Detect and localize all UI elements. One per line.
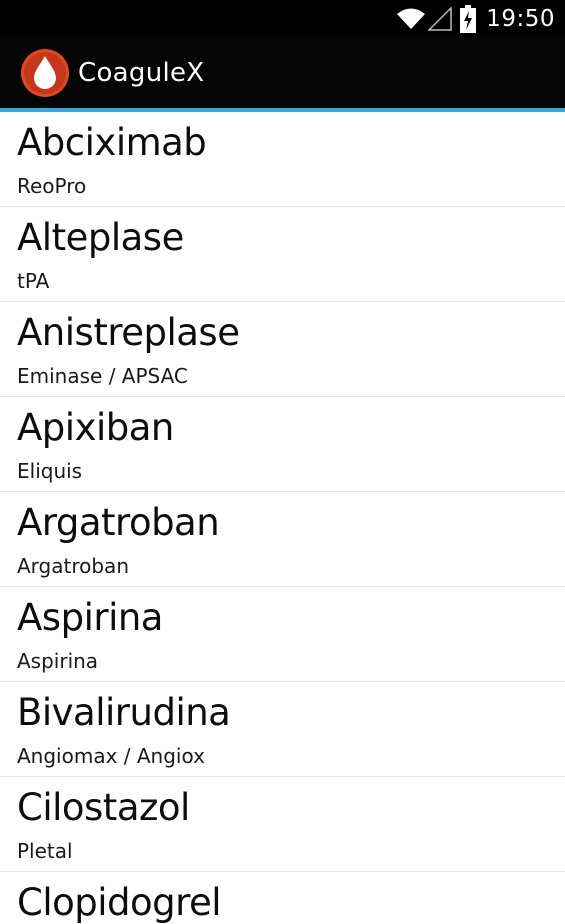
drug-brand: Eminase / APSAC xyxy=(17,364,188,388)
drug-name: Clopidogrel xyxy=(17,881,222,924)
drug-brand: ReoPro xyxy=(17,174,87,198)
list-item[interactable]: Bivalirudina Angiomax / Angiox xyxy=(0,682,565,777)
drug-name: Apixiban xyxy=(17,406,174,449)
list-item[interactable]: Aspirina Aspirina xyxy=(0,587,565,682)
drug-name: Alteplase xyxy=(17,216,184,259)
list-item[interactable]: Abciximab ReoPro xyxy=(0,112,565,207)
drug-name: Bivalirudina xyxy=(17,691,231,734)
drug-name: Cilostazol xyxy=(17,786,190,829)
status-icons: 19:50 xyxy=(396,0,555,37)
action-bar: CoaguleX xyxy=(0,37,565,112)
drug-name: Aspirina xyxy=(17,596,163,639)
drug-name: Argatroban xyxy=(17,501,220,544)
drug-brand: Pletal xyxy=(17,839,73,863)
list-item[interactable]: Apixiban Eliquis xyxy=(0,397,565,492)
list-item[interactable]: Anistreplase Eminase / APSAC xyxy=(0,302,565,397)
list-item[interactable]: Cilostazol Pletal xyxy=(0,777,565,872)
drug-brand: tPA xyxy=(17,269,50,293)
wifi-icon xyxy=(396,8,426,30)
list-item[interactable]: Clopidogrel xyxy=(0,872,565,924)
drug-name: Abciximab xyxy=(17,121,207,164)
drug-name: Anistreplase xyxy=(17,311,240,354)
clock: 19:50 xyxy=(486,5,555,32)
drug-brand: Aspirina xyxy=(17,649,99,673)
drug-list[interactable]: Abciximab ReoPro Alteplase tPA Anistrepl… xyxy=(0,112,565,924)
list-item[interactable]: Alteplase tPA xyxy=(0,207,565,302)
drug-brand: Eliquis xyxy=(17,459,83,483)
app-logo xyxy=(0,48,69,97)
battery-charging-icon xyxy=(460,4,477,33)
signal-icon xyxy=(428,6,452,31)
app-title: CoaguleX xyxy=(78,57,205,88)
drug-brand: Angiomax / Angiox xyxy=(17,744,205,768)
list-item[interactable]: Argatroban Argatroban xyxy=(0,492,565,587)
status-bar: 19:50 xyxy=(0,0,565,37)
drug-brand: Argatroban xyxy=(17,554,129,578)
blood-drop-icon xyxy=(21,48,69,97)
